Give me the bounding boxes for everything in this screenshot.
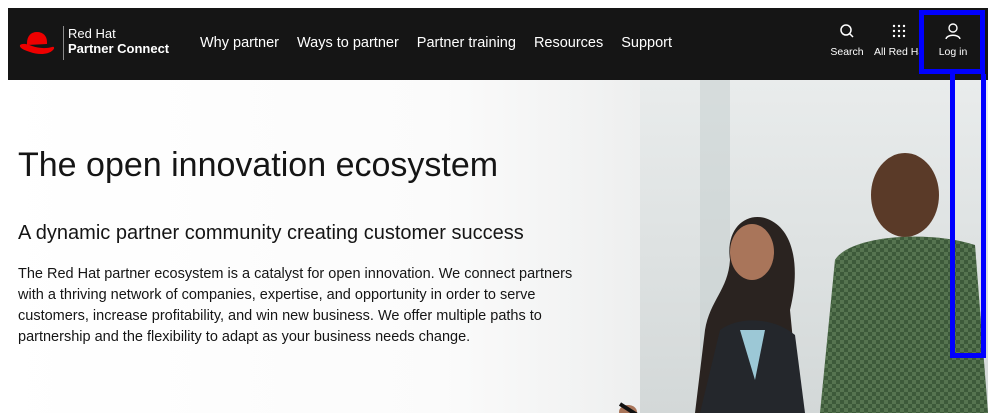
search-label: Search xyxy=(830,46,864,58)
red-hat-logo-icon[interactable] xyxy=(18,28,56,58)
brand-line-2: Partner Connect xyxy=(68,41,170,56)
search-icon xyxy=(840,24,854,38)
search-button[interactable]: Search xyxy=(820,22,874,58)
main-menu: Why partner Ways to partner Partner trai… xyxy=(200,35,690,51)
nav-why-partner[interactable]: Why partner xyxy=(200,35,279,51)
brand-name[interactable]: Red Hat Partner Connect xyxy=(68,26,188,56)
highlight-box-login xyxy=(919,10,985,74)
nav-support[interactable]: Support xyxy=(621,35,672,51)
hero-banner: The open innovation ecosystem A dynamic … xyxy=(0,80,988,413)
hero-people-image xyxy=(618,153,988,413)
hero-title: The open innovation ecosystem xyxy=(18,146,499,184)
nav-partner-training[interactable]: Partner training xyxy=(417,35,516,51)
top-strip xyxy=(0,0,988,8)
hero-description: The Red Hat partner ecosystem is a catal… xyxy=(18,266,573,345)
hero-subtitle: A dynamic partner community creating cus… xyxy=(18,222,524,244)
top-navigation: Red Hat Partner Connect Why partner Ways… xyxy=(8,8,988,80)
brand-line-1: Red Hat xyxy=(68,26,116,41)
nav-resources[interactable]: Resources xyxy=(534,35,603,51)
logo-divider xyxy=(63,26,64,60)
all-red-hat-button[interactable]: All Red Hat xyxy=(874,22,924,58)
nav-ways-to-partner[interactable]: Ways to partner xyxy=(297,35,399,51)
highlight-box-extension xyxy=(950,74,986,358)
grid-icon xyxy=(892,24,906,38)
all-red-hat-label: All Red Hat xyxy=(874,46,924,58)
